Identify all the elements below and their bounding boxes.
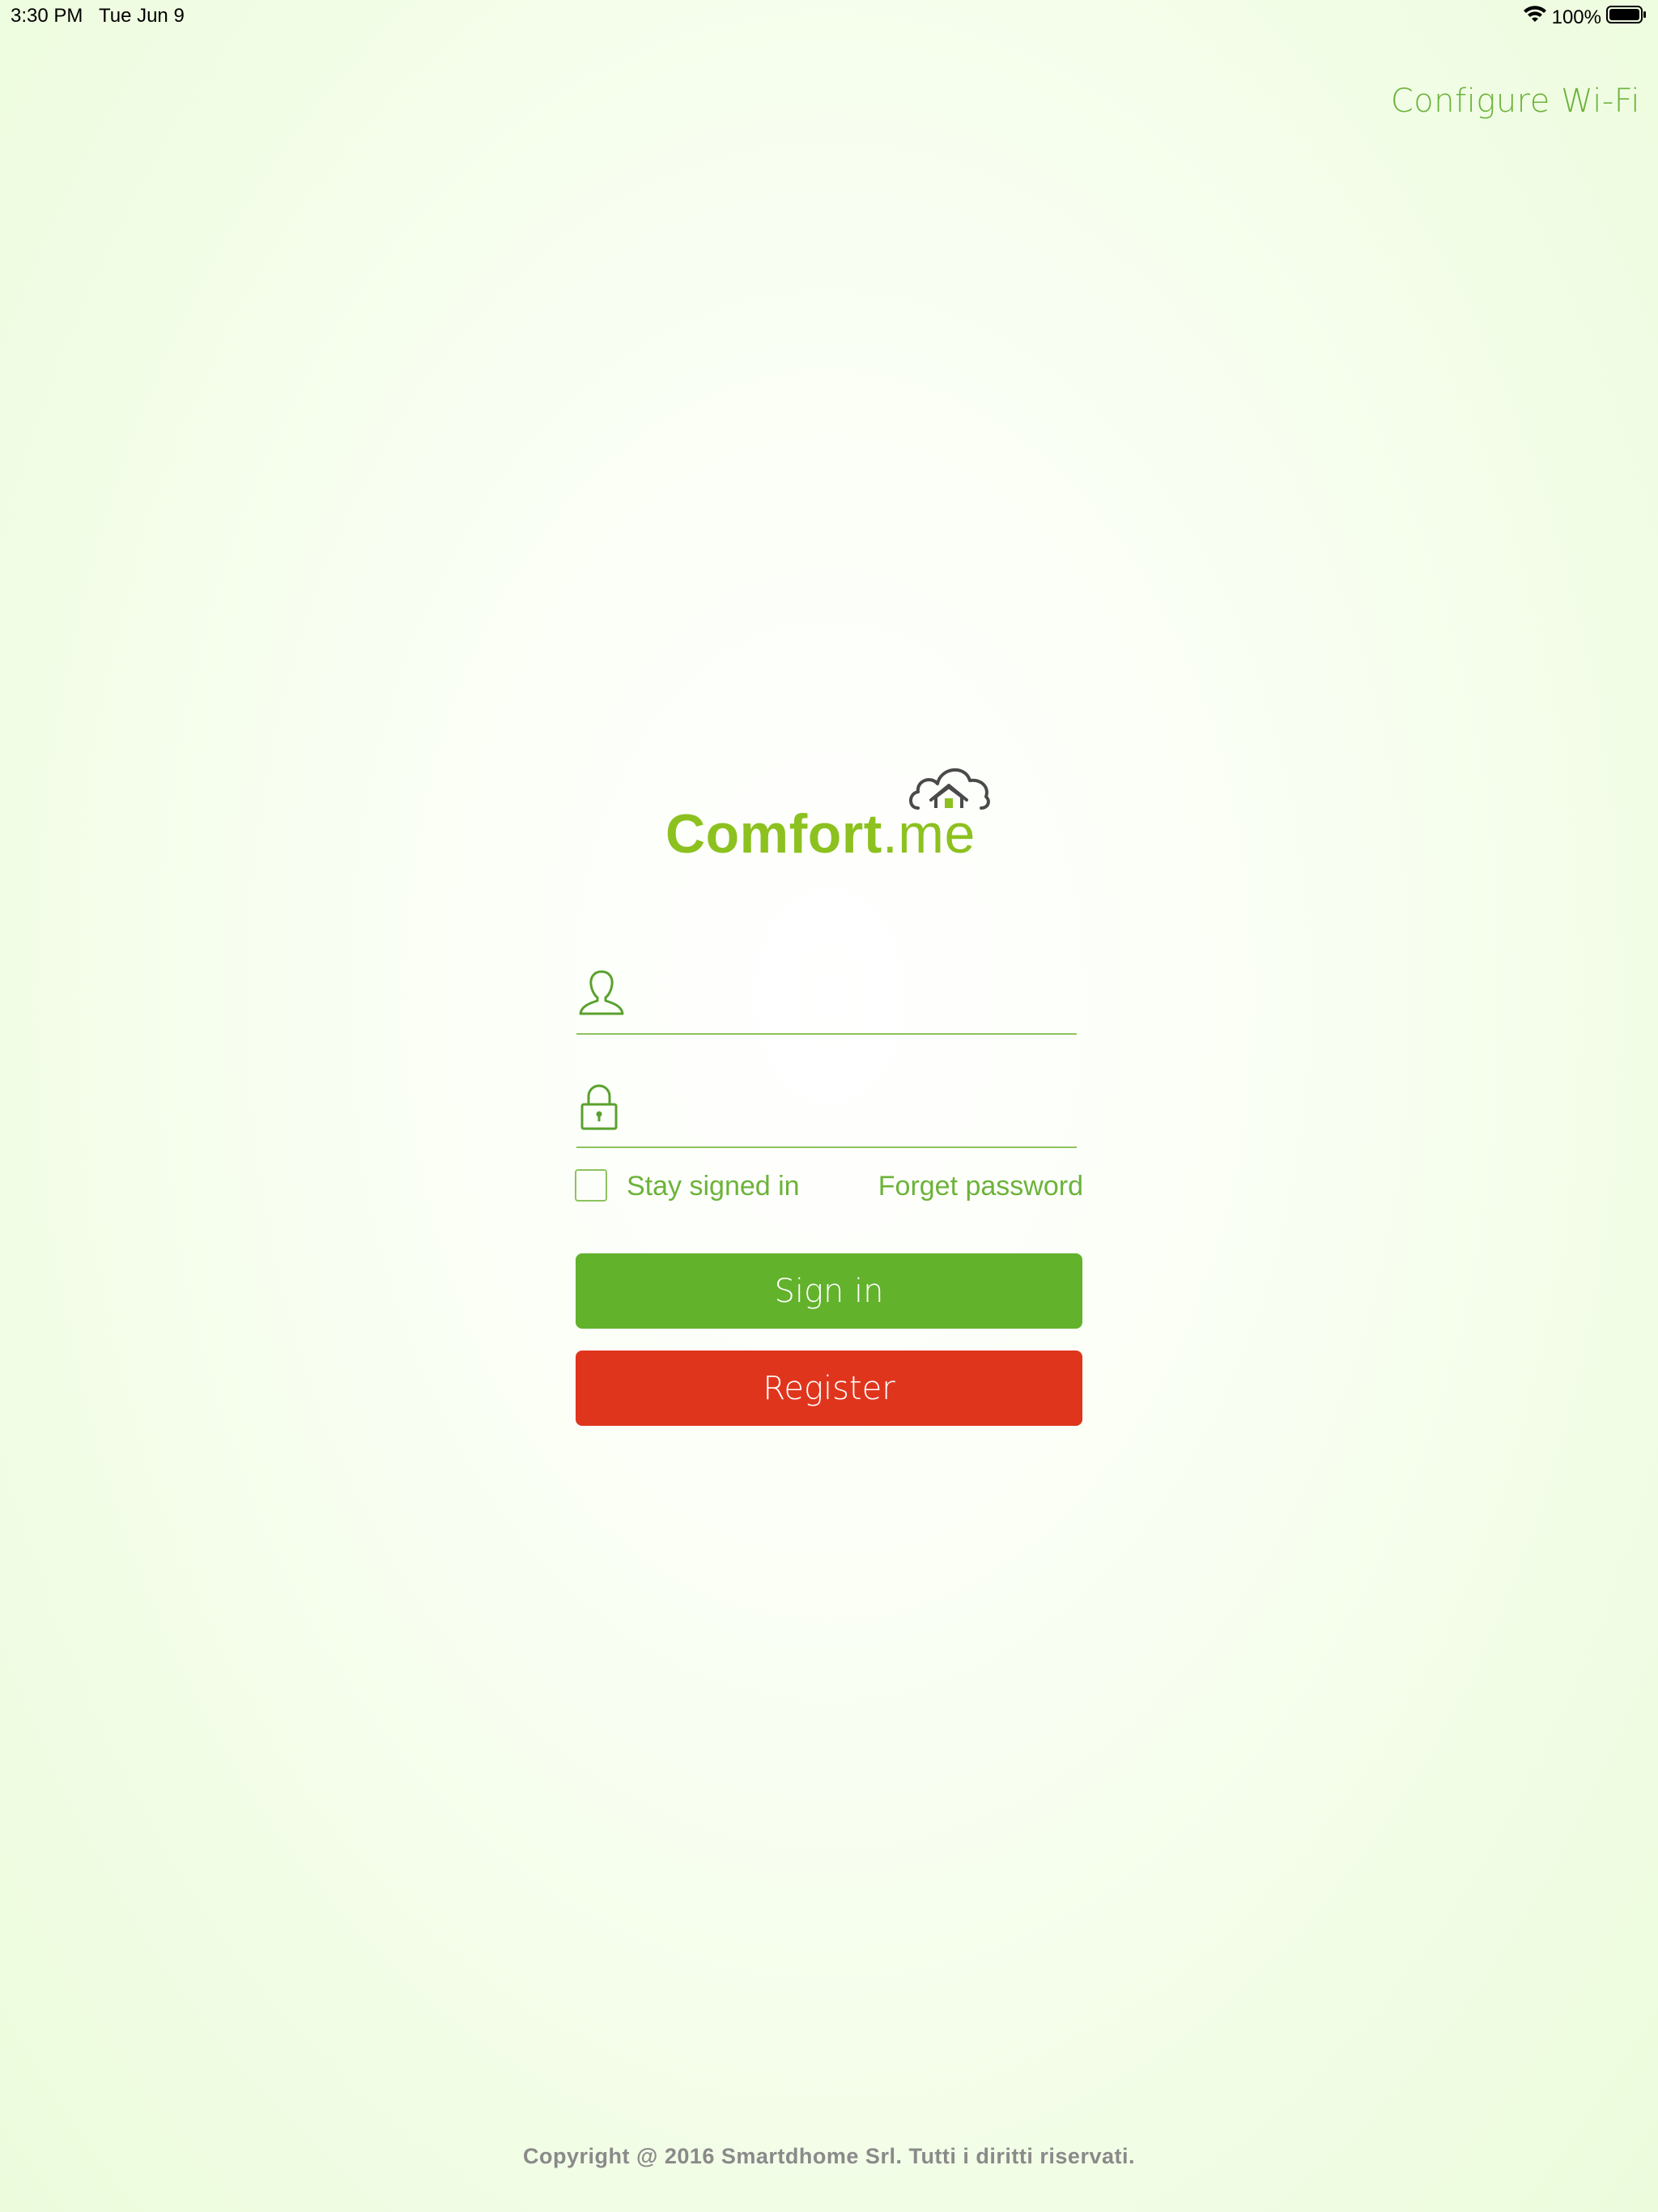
- status-time: 3:30 PM Tue Jun 9: [11, 5, 185, 27]
- lock-icon: [578, 1082, 620, 1136]
- status-bar: 3:30 PM Tue Jun 9 100%: [0, 0, 1658, 32]
- password-field: [576, 1082, 1077, 1148]
- logo-text-main: Comfort: [665, 803, 882, 865]
- stay-signed-in-checkbox[interactable]: [575, 1169, 607, 1202]
- logo-text-suffix: .me: [882, 803, 976, 865]
- logo-wordmark: Comfort.me: [665, 806, 976, 861]
- user-icon: [578, 968, 625, 1021]
- register-button[interactable]: Register: [576, 1351, 1082, 1426]
- copyright-text: Copyright @ 2016 Smartdhome Srl. Tutti i…: [523, 2144, 1135, 2168]
- sign-in-button[interactable]: Sign in: [576, 1253, 1082, 1329]
- app-logo: Comfort.me: [665, 756, 993, 861]
- status-indicators: 100%: [1523, 5, 1647, 30]
- username-input[interactable]: [641, 976, 1073, 1027]
- password-input[interactable]: [641, 1090, 1073, 1140]
- configure-wifi-link[interactable]: Configure Wi-Fi: [1391, 83, 1640, 120]
- stay-signed-in-label[interactable]: Stay signed in: [627, 1171, 800, 1202]
- battery-percent: 100%: [1551, 6, 1601, 28]
- wifi-icon: [1523, 6, 1547, 29]
- sign-in-options: Stay signed in Forget password: [575, 1166, 1083, 1208]
- forget-password-link[interactable]: Forget password: [878, 1171, 1083, 1202]
- username-field: [576, 968, 1077, 1035]
- battery-icon: [1606, 5, 1647, 30]
